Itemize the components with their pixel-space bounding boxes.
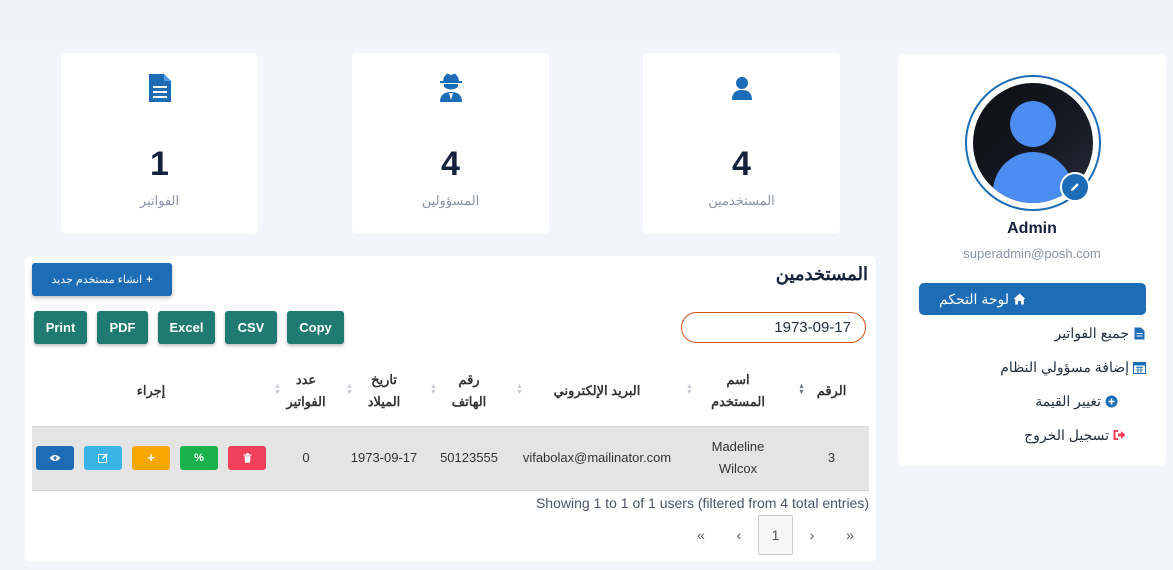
admin-name: Admin [1007,220,1057,237]
column-id[interactable]: ▲ ▼ الرقم [794,356,869,426]
percent-button[interactable]: % [180,446,218,470]
cell-phone: 50123555 [426,425,512,491]
admin-email: superadmin@posh.com [963,246,1101,261]
pdf-button[interactable]: PDF [97,311,148,344]
cell-email: vifabolax@mailinator.com [512,425,682,491]
users-table: إجراء ▲ ▼ عدد الفواتير ▲ ▼ تاريخ الميلاد ▲ ▼ ر… [32,356,869,491]
sign-out-icon [1113,429,1126,442]
create-user-label: انشاء مستخدم جديد [51,274,143,286]
csv-button[interactable]: CSV [225,311,277,344]
calendar-icon [1133,361,1146,374]
sidebar-item-label: إضافة مسؤولي النظام [1000,358,1129,375]
sidebar-item-add-admins[interactable]: إضافة مسؤولي النظام [919,351,1146,383]
cell-birth-date: 1973-09-17 [342,425,426,491]
view-button[interactable] [36,446,74,470]
column-name[interactable]: ▲ ▼ اسم المستخدم [682,356,794,426]
sidebar-item-change-value[interactable]: تغيير القيمة [919,385,1146,417]
stat-label: الفواتير [139,193,180,208]
user-icon [643,73,840,103]
column-phone[interactable]: ▲ ▼ رقم الهاتف [426,356,512,426]
sidebar-item-invoices[interactable]: جميع الفواتير [919,317,1146,349]
sort-icon: ▲ ▼ [798,383,805,396]
column-birth-date[interactable]: ▲ ▼ تاريخ الميلاد [342,356,426,426]
first-page-button[interactable]: « [682,515,720,555]
sort-icon: ▲ ▼ [346,383,353,396]
next-page-button[interactable]: › [793,515,831,555]
edit-icon [97,453,108,463]
invoice-icon [61,73,258,103]
home-icon [1013,293,1026,306]
stat-value: 1 [150,145,169,183]
pagination: « ‹ 1 › » [682,515,869,555]
percent-icon: % [194,452,204,464]
copy-button[interactable]: Copy [287,311,344,344]
column-invoices[interactable]: ▲ ▼ عدد الفواتير [270,356,342,426]
stat-value: 4 [732,145,751,183]
sidebar-item-label: جميع الفواتير [1054,324,1129,341]
trash-icon [243,453,251,463]
cell-invoices: 0 [270,425,342,491]
top-bar [0,0,1173,40]
sort-icon: ▲ ▼ [516,383,523,396]
sidebar-item-dashboard[interactable]: لوحة التحكم [919,283,1146,315]
sort-icon: ▲ ▼ [430,383,437,396]
eye-icon [49,455,61,461]
plus-icon: + [147,450,155,465]
cell-name: Madeline Wilcox [682,425,794,491]
stat-label: المسؤولين [421,193,480,208]
stat-card-admins: 4 المسؤولين [352,53,549,234]
pencil-icon [1071,183,1079,191]
sidebar-item-logout[interactable]: تسجيل الخروج [919,419,1146,451]
plus-circle-icon [1105,395,1118,408]
delete-button[interactable] [228,446,266,470]
column-email[interactable]: ▲ ▼ البريد الإلكتروني [512,356,682,426]
stat-card-invoices: 1 الفواتير [61,53,258,234]
search-input[interactable] [681,312,866,343]
previous-page-button[interactable]: ‹ [720,515,758,555]
edit-avatar-button[interactable] [1060,172,1090,202]
cell-id: 3 [794,425,869,491]
sidebar-menu: لوحة التحكم جميع الفواتير إضافة مسؤولي ا… [919,283,1146,453]
excel-button[interactable]: Excel [158,311,215,344]
sidebar-item-label: تسجيل الخروج [1024,426,1109,443]
sidebar-item-label: لوحة التحكم [938,290,1009,307]
user-secret-icon [352,73,549,103]
sort-icon: ▲ ▼ [686,383,693,396]
sidebar-item-label: تغيير القيمة [1035,392,1101,409]
sort-icon: ▲ ▼ [274,383,281,396]
table-row: + % 0 1973-09-17 50123555 vifabolax@mail… [32,425,869,491]
export-toolbar: Print PDF Excel CSV Copy [34,311,344,344]
last-page-button[interactable]: » [831,515,869,555]
stat-label: المستخدمين [708,193,775,208]
edit-button[interactable] [84,446,122,470]
table-header-row: إجراء ▲ ▼ عدد الفواتير ▲ ▼ تاريخ الميلاد ▲ ▼ ر… [32,356,869,426]
column-actions[interactable]: إجراء [32,356,270,426]
page-button-1[interactable]: 1 [758,515,793,555]
print-button[interactable]: Print [34,311,87,344]
table-info: Showing 1 to 1 of 1 users (filtered from… [535,495,869,511]
plus-icon: + [146,273,153,286]
add-button[interactable]: + [132,446,170,470]
panel-title: المستخدمين [775,264,868,284]
stat-value: 4 [441,145,460,183]
create-user-button[interactable]: + انشاء مستخدم جديد [32,263,172,296]
users-panel: المستخدمين + انشاء مستخدم جديد Print PDF… [25,256,876,562]
file-icon [1133,327,1146,340]
row-actions: + % [32,425,270,491]
profile-sidebar: Admin superadmin@posh.com لوحة التحكم جم… [898,54,1166,466]
stat-card-users: 4 المستخدمين [643,53,840,234]
